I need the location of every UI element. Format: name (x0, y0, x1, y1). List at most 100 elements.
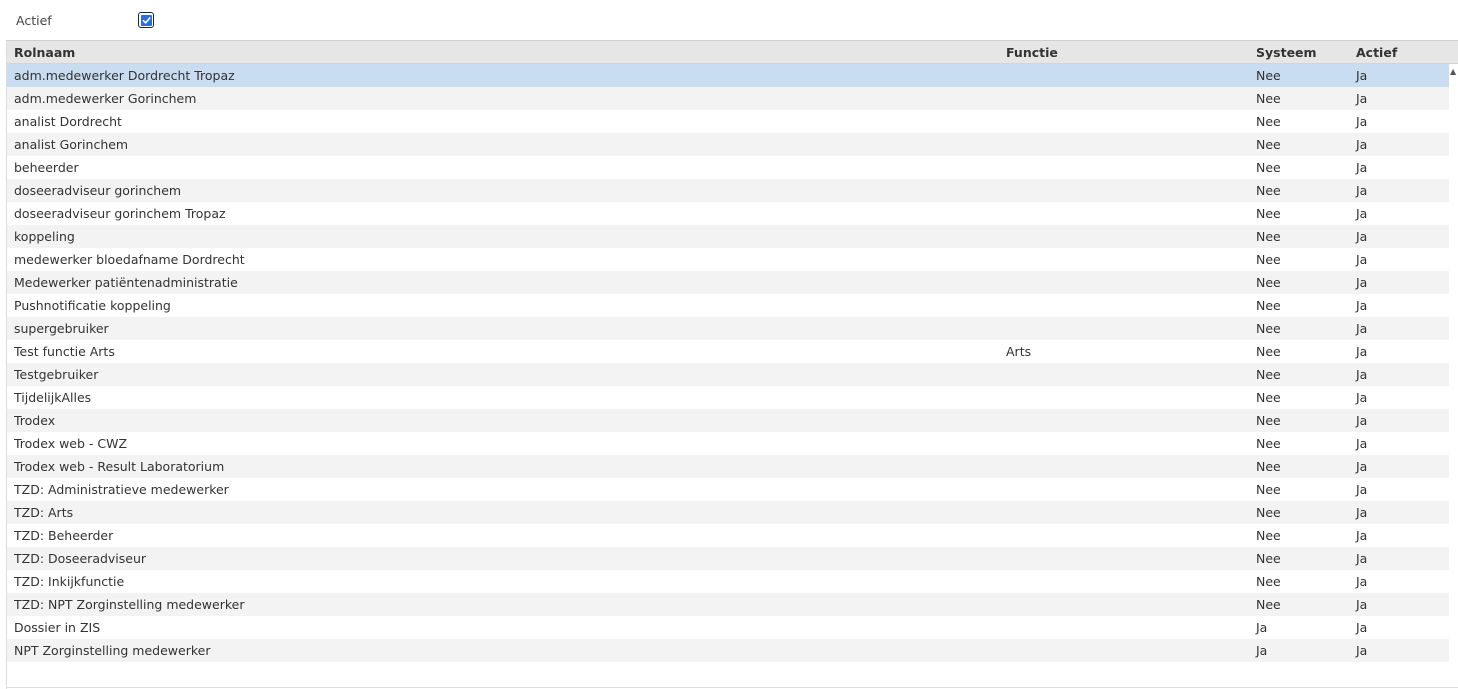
cell-systeem: Nee (1256, 367, 1281, 382)
table-row[interactable]: supergebruiker Nee Ja (7, 317, 1449, 340)
cell-systeem: Nee (1256, 413, 1281, 428)
table-row[interactable]: TZD: Beheerder Nee Ja (7, 524, 1449, 547)
cell-actief: Ja (1356, 137, 1368, 152)
table-row[interactable]: medewerker bloedafname Dordrecht Nee Ja (7, 248, 1449, 271)
cell-rolnaam: NPT Zorginstelling medewerker (14, 643, 211, 658)
table-row[interactable]: doseeradviseur gorinchem Tropaz Nee Ja (7, 202, 1449, 225)
cell-actief: Ja (1356, 643, 1368, 658)
cell-systeem: Nee (1256, 114, 1281, 129)
cell-rolnaam: TijdelijkAlles (14, 390, 92, 405)
cell-rolnaam: Testgebruiker (14, 367, 99, 382)
cell-rolnaam: Trodex web - Result Laboratorium (14, 459, 225, 474)
cell-systeem: Nee (1256, 183, 1281, 198)
cell-rolnaam: Test functie Arts (14, 344, 115, 359)
table-row[interactable]: TZD: Administratieve medewerker Nee Ja (7, 478, 1449, 501)
cell-actief: Ja (1356, 275, 1368, 290)
column-header-functie[interactable]: Functie (1006, 45, 1058, 60)
caret-up-icon[interactable]: ▲ (1450, 68, 1456, 76)
cell-systeem: Nee (1256, 482, 1281, 497)
table-row[interactable]: TZD: Doseeradviseur Nee Ja (7, 547, 1449, 570)
table-row[interactable]: analist Gorinchem Nee Ja (7, 133, 1449, 156)
table-body: adm.medewerker Dordrecht Tropaz Nee Ja adm.… (7, 64, 1449, 662)
cell-rolnaam: analist Gorinchem (14, 137, 129, 152)
table-row[interactable]: Dossier in ZIS Ja Ja (7, 616, 1449, 639)
cell-actief: Ja (1356, 551, 1368, 566)
table-row[interactable]: beheerder Nee Ja (7, 156, 1449, 179)
cell-systeem: Nee (1256, 528, 1281, 543)
column-header-actief[interactable]: Actief (1356, 45, 1397, 60)
table-row[interactable]: TZD: NPT Zorginstelling medewerker Nee Ja (7, 593, 1449, 616)
cell-systeem: Nee (1256, 390, 1281, 405)
table-row[interactable]: doseeradviseur gorinchem Nee Ja (7, 179, 1449, 202)
cell-actief: Ja (1356, 91, 1368, 106)
divider (7, 687, 1458, 688)
table-row[interactable]: Trodex web - CWZ Nee Ja (7, 432, 1449, 455)
vertical-scrollbar[interactable]: ▲ (1449, 64, 1458, 689)
column-header-systeem[interactable]: Systeem (1256, 45, 1317, 60)
table-row[interactable]: NPT Zorginstelling medewerker Ja Ja (7, 639, 1449, 662)
cell-actief: Ja (1356, 160, 1368, 175)
cell-systeem: Nee (1256, 298, 1281, 313)
cell-rolnaam: Medewerker patiëntenadministratie (14, 275, 238, 290)
cell-systeem: Nee (1256, 275, 1281, 290)
cell-systeem: Nee (1256, 68, 1281, 83)
cell-systeem: Nee (1256, 321, 1281, 336)
cell-actief: Ja (1356, 528, 1368, 543)
table-row[interactable]: Pushnotificatie koppeling Nee Ja (7, 294, 1449, 317)
column-header-rolnaam[interactable]: Rolnaam (14, 45, 75, 60)
cell-actief: Ja (1356, 367, 1368, 382)
table-row[interactable]: koppeling Nee Ja (7, 225, 1449, 248)
roles-table: Rolnaam Functie Systeem Actief adm.medew… (6, 40, 1458, 689)
table-row[interactable]: Testgebruiker Nee Ja (7, 363, 1449, 386)
table-row[interactable]: analist Dordrecht Nee Ja (7, 110, 1449, 133)
cell-rolnaam: Trodex (14, 413, 56, 428)
cell-actief: Ja (1356, 597, 1368, 612)
cell-rolnaam: medewerker bloedafname Dordrecht (14, 252, 245, 267)
table-row[interactable]: Test functie Arts Arts Nee Ja (7, 340, 1449, 363)
cell-rolnaam: TZD: Administratieve medewerker (14, 482, 229, 497)
cell-actief: Ja (1356, 574, 1368, 589)
cell-systeem: Nee (1256, 597, 1281, 612)
table-row[interactable]: Trodex web - Result Laboratorium Nee Ja (7, 455, 1449, 478)
cell-systeem: Nee (1256, 505, 1281, 520)
cell-rolnaam: TZD: Arts (14, 505, 74, 520)
table-row[interactable]: TijdelijkAlles Nee Ja (7, 386, 1449, 409)
cell-systeem: Nee (1256, 229, 1281, 244)
table-row[interactable]: adm.medewerker Dordrecht Tropaz Nee Ja (7, 64, 1449, 87)
filter-bar: Actief (0, 0, 1458, 40)
cell-rolnaam: TZD: Inkijkfunctie (14, 574, 125, 589)
cell-actief: Ja (1356, 436, 1368, 451)
cell-systeem: Ja (1256, 643, 1268, 658)
table-row[interactable]: TZD: Inkijkfunctie Nee Ja (7, 570, 1449, 593)
cell-rolnaam: beheerder (14, 160, 79, 175)
cell-rolnaam: adm.medewerker Gorinchem (14, 91, 197, 106)
cell-rolnaam: TZD: Beheerder (14, 528, 114, 543)
cell-actief: Ja (1356, 321, 1368, 336)
cell-rolnaam: koppeling (14, 229, 75, 244)
cell-actief: Ja (1356, 68, 1368, 83)
cell-systeem: Nee (1256, 344, 1281, 359)
table-row[interactable]: Trodex Nee Ja (7, 409, 1449, 432)
cell-actief: Ja (1356, 252, 1368, 267)
cell-rolnaam: TZD: NPT Zorginstelling medewerker (14, 597, 245, 612)
cell-systeem: Ja (1256, 620, 1268, 635)
cell-systeem: Nee (1256, 574, 1281, 589)
cell-actief: Ja (1356, 183, 1368, 198)
cell-actief: Ja (1356, 620, 1368, 635)
cell-systeem: Nee (1256, 91, 1281, 106)
cell-rolnaam: adm.medewerker Dordrecht Tropaz (14, 68, 235, 83)
cell-actief: Ja (1356, 206, 1368, 221)
actief-filter-checkbox[interactable] (138, 12, 154, 28)
cell-actief: Ja (1356, 114, 1368, 129)
table-row[interactable]: Medewerker patiëntenadministratie Nee Ja (7, 271, 1449, 294)
cell-rolnaam: supergebruiker (14, 321, 109, 336)
cell-systeem: Nee (1256, 160, 1281, 175)
checkmark-icon (140, 14, 152, 26)
table-row[interactable]: adm.medewerker Gorinchem Nee Ja (7, 87, 1449, 110)
table-row[interactable]: TZD: Arts Nee Ja (7, 501, 1449, 524)
cell-systeem: Nee (1256, 137, 1281, 152)
cell-systeem: Nee (1256, 459, 1281, 474)
cell-actief: Ja (1356, 505, 1368, 520)
cell-actief: Ja (1356, 413, 1368, 428)
cell-actief: Ja (1356, 390, 1368, 405)
